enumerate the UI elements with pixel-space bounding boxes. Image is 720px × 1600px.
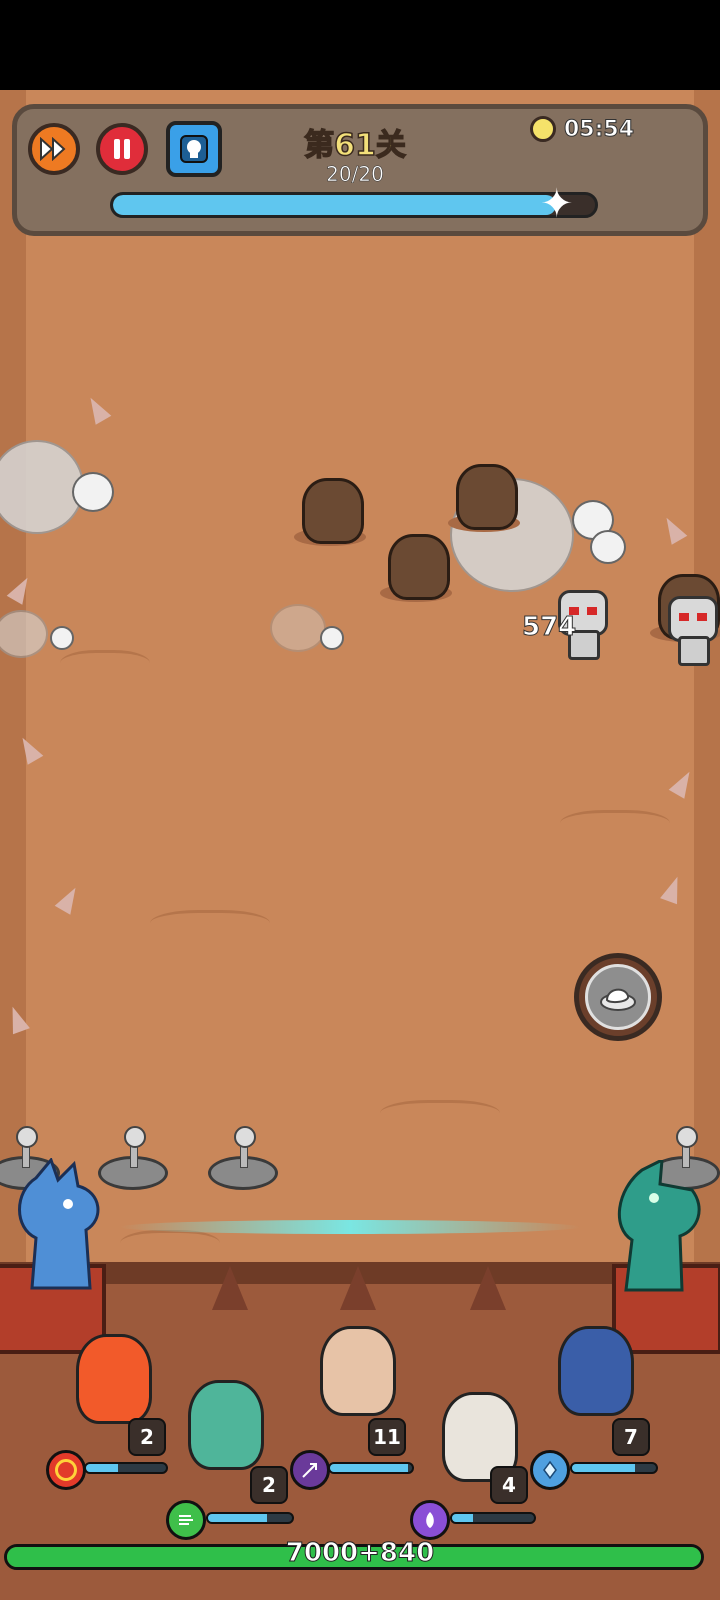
werewolf-enemy: [380, 526, 452, 602]
elf-mage-sprite: [320, 1326, 396, 1416]
blue-dragon-icon: [18, 1157, 100, 1290]
crystal-icon: [530, 1450, 570, 1490]
hero-mana-bar: [450, 1512, 536, 1524]
ground-crack: [150, 910, 270, 943]
fast-forward-icon: [40, 137, 66, 161]
ice-knight-sprite: [558, 1326, 634, 1416]
match-timer: 05:54: [530, 114, 635, 144]
left-cliff: [0, 90, 26, 1290]
antler-frog-sprite: [188, 1380, 264, 1470]
skull-icon: [590, 530, 626, 564]
fast-forward-button[interactable]: [28, 123, 80, 175]
skull-icon: [72, 472, 114, 512]
hero-level-badge: 11: [368, 1418, 406, 1456]
status-bar-area: [0, 0, 720, 90]
hero-mana-bar: [84, 1462, 168, 1474]
hero-mana-bar: [206, 1512, 294, 1524]
hero-mana-bar: [570, 1462, 658, 1474]
hero-level-badge: 7: [612, 1418, 650, 1456]
ground-crack: [560, 810, 670, 843]
skull-card-icon: [180, 135, 208, 163]
green-dragon-icon: [617, 1157, 701, 1292]
wave-counter: 20/20: [326, 162, 384, 187]
hero-fire-kid[interactable]: [66, 1334, 162, 1430]
green-dragon-guardian[interactable]: [602, 1157, 712, 1300]
hero-mana-bar: [328, 1462, 414, 1474]
wind-icon: [166, 1500, 206, 1540]
skull-icon: [320, 626, 344, 650]
hero-ice-knight[interactable]: [548, 1326, 644, 1422]
base-hp-text: 7000+840: [285, 1538, 435, 1569]
pause-button[interactable]: [96, 123, 148, 175]
hero-level-badge: 2: [250, 1466, 288, 1504]
hero-elf-mage[interactable]: [310, 1326, 406, 1422]
werewolf-enemy: [294, 470, 366, 546]
hero-level-badge: 2: [128, 1418, 166, 1456]
food-skill-button[interactable]: [574, 953, 662, 1041]
damage-popup: 574: [521, 612, 577, 643]
ground-crack: [120, 1230, 220, 1263]
werewolf-enemy: [448, 456, 520, 532]
skeleton-enemy: [656, 594, 720, 666]
wave-progress-bar: [110, 192, 598, 218]
ground-crack: [60, 650, 150, 683]
card-deck-button[interactable]: [166, 121, 222, 177]
clock-icon: [530, 116, 556, 142]
wooden-stake: [470, 1266, 506, 1310]
wooden-stake: [340, 1266, 376, 1310]
level-title: 第61关: [303, 127, 406, 164]
pause-icon: [114, 139, 130, 159]
feather-icon: [410, 1500, 450, 1540]
laser-beam: [120, 1220, 580, 1234]
blue-dragon-guardian[interactable]: [6, 1157, 116, 1298]
progress-spark-icon: ✦: [540, 181, 574, 227]
right-cliff: [694, 90, 720, 1290]
smoke-cloud: [270, 604, 326, 652]
fire-ring-icon: [46, 1450, 86, 1490]
hero-level-badge: 4: [490, 1466, 528, 1504]
wave-progress-fill: [113, 195, 557, 215]
timer-text: 05:54: [563, 116, 635, 142]
roast-chicken-icon: [600, 988, 636, 1011]
ground-crack: [380, 1100, 500, 1133]
arrow-icon: [290, 1450, 330, 1490]
hero-antler-frog[interactable]: [178, 1380, 274, 1476]
turret-slot[interactable]: [208, 1126, 278, 1190]
skull-icon: [50, 626, 74, 650]
wooden-stake: [212, 1266, 248, 1310]
fire-kid-sprite: [76, 1334, 152, 1424]
